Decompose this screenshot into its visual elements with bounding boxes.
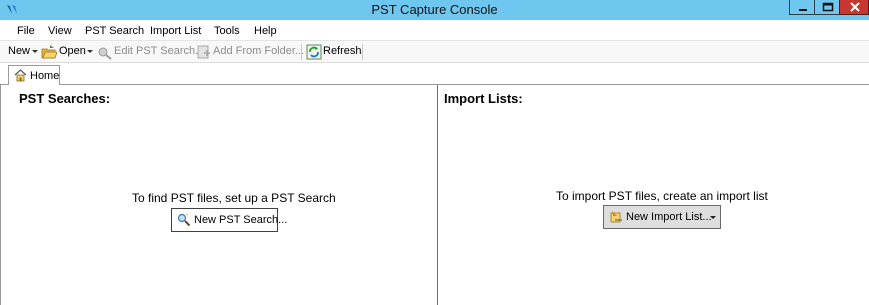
import-lists-title: Import Lists: (444, 91, 523, 106)
open-dropdown-icon[interactable] (87, 50, 93, 53)
menu-bar: File View PST Search Import List Tools H… (0, 20, 869, 41)
new-button[interactable]: New (8, 45, 30, 57)
open-button[interactable]: Open (59, 45, 86, 57)
tab-home[interactable]: Home (8, 65, 60, 86)
search-icon (177, 213, 191, 227)
new-pst-search-label: New PST Search... (194, 214, 288, 226)
add-from-folder-button[interactable]: Add From Folder... (213, 45, 304, 57)
close-icon (850, 2, 860, 12)
edit-search-icon (98, 47, 112, 60)
import-lists-pane: Import Lists: To import PST files, creat… (437, 85, 869, 305)
maximize-button[interactable] (814, 0, 840, 15)
refresh-icon (306, 44, 322, 60)
pst-searches-pane: PST Searches: To find PST files, set up … (0, 85, 437, 305)
new-import-list-button[interactable]: New Import List... (603, 205, 721, 229)
maximize-icon (822, 2, 834, 12)
menu-pst-search[interactable]: PST Search (85, 25, 144, 37)
pst-searches-hint: To find PST files, set up a PST Search (132, 191, 336, 205)
home-icon (14, 69, 27, 82)
import-lists-hint: To import PST files, create an import li… (556, 189, 768, 203)
menu-help[interactable]: Help (254, 25, 277, 37)
toolbar-separator (362, 44, 363, 60)
new-pst-search-button[interactable]: New PST Search... (171, 208, 287, 232)
tab-home-label: Home (30, 70, 60, 82)
menu-view[interactable]: View (48, 25, 72, 37)
menu-file[interactable]: File (17, 25, 35, 37)
minimize-icon (799, 9, 807, 11)
menu-import-list[interactable]: Import List (150, 25, 201, 37)
window-title: PST Capture Console (371, 2, 498, 17)
tab-strip: Home (0, 63, 869, 86)
minimize-button[interactable] (789, 0, 815, 15)
chevron-down-icon[interactable] (710, 216, 716, 219)
toolbar: New Open Edit PST Search... Add From Fol… (0, 41, 869, 63)
edit-pst-search-button[interactable]: Edit PST Search... (114, 45, 204, 57)
import-list-icon (610, 211, 622, 223)
new-import-list-label: New Import List... (626, 211, 712, 223)
pst-searches-title: PST Searches: (19, 91, 111, 106)
open-folder-icon (41, 45, 57, 59)
toolbar-separator (301, 44, 302, 60)
title-bar[interactable]: PST Capture Console (0, 0, 869, 20)
menu-tools[interactable]: Tools (214, 25, 240, 37)
close-button[interactable] (839, 0, 869, 15)
new-dropdown-icon[interactable] (32, 50, 38, 53)
add-from-folder-icon (197, 45, 210, 59)
refresh-button[interactable]: Refresh (323, 45, 362, 57)
